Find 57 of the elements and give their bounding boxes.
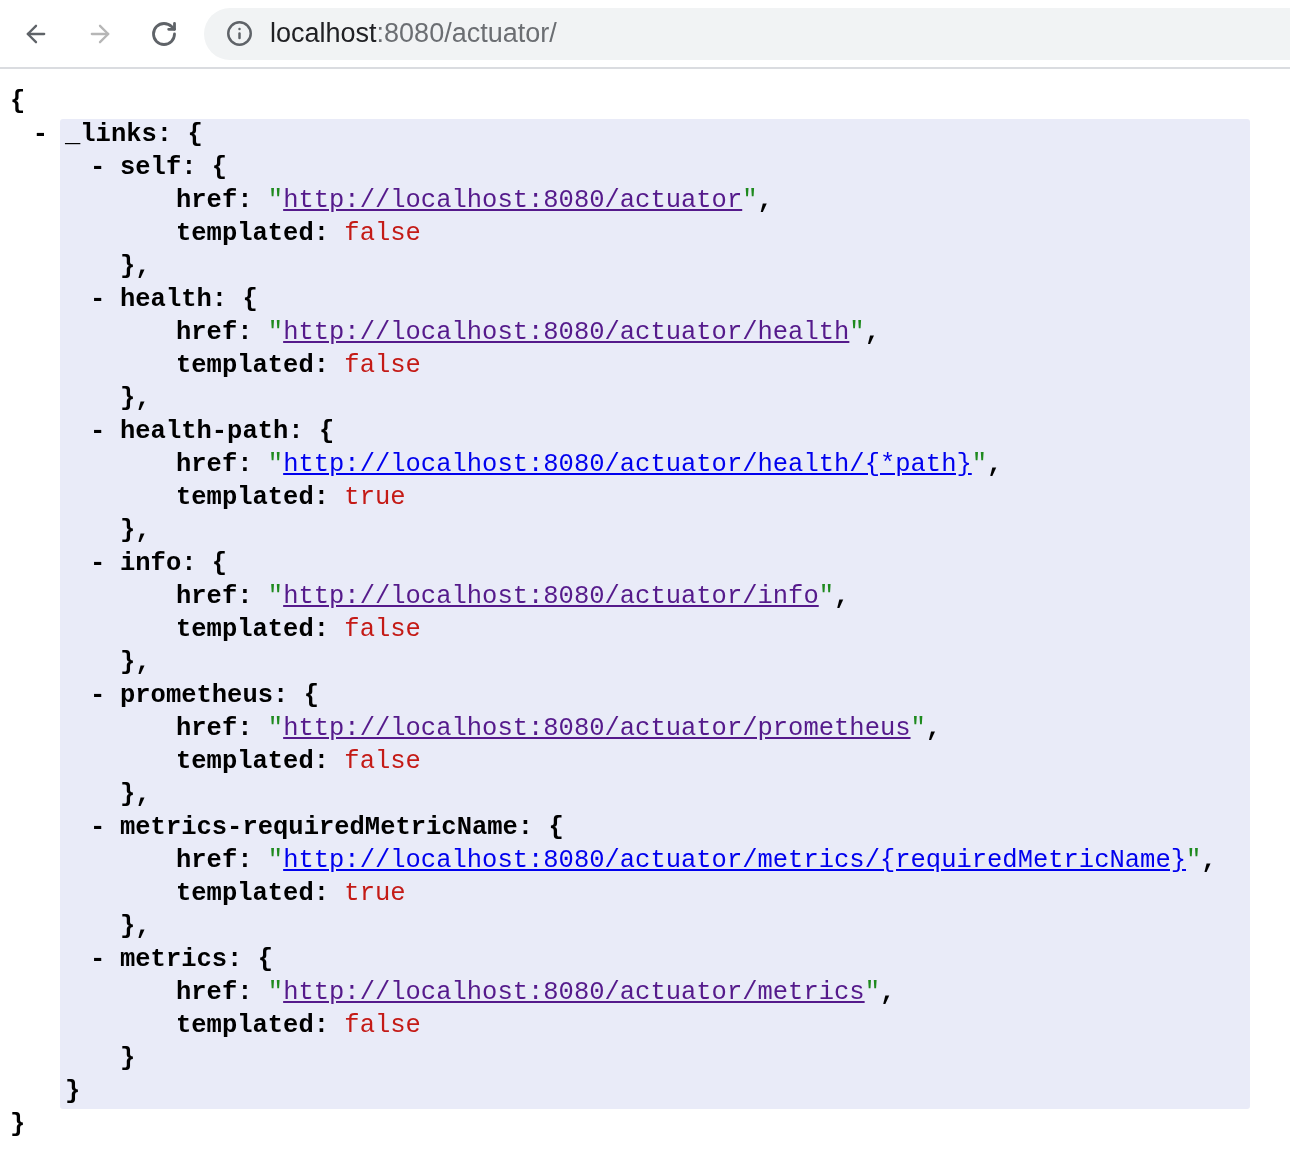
quote-mark: " bbox=[742, 185, 758, 218]
punctuation: , bbox=[1201, 845, 1217, 878]
punctuation: }, bbox=[120, 515, 151, 548]
quote-mark: " bbox=[1186, 845, 1202, 878]
punctuation: { bbox=[318, 416, 335, 449]
punctuation: }, bbox=[120, 779, 151, 812]
reload-icon bbox=[150, 19, 178, 48]
collapse-toggle[interactable]: - bbox=[90, 941, 106, 980]
punctuation: }, bbox=[120, 251, 151, 284]
quote-mark: " bbox=[267, 317, 284, 350]
collapse-toggle[interactable]: - bbox=[90, 281, 106, 320]
boolean-value: false bbox=[344, 350, 421, 383]
punctuation: { bbox=[242, 284, 258, 317]
punctuation: { bbox=[257, 944, 274, 977]
quote-mark: " bbox=[971, 449, 988, 482]
quote-mark: " bbox=[818, 581, 835, 614]
punctuation: } bbox=[10, 1109, 26, 1142]
quote-mark: " bbox=[267, 845, 284, 878]
punctuation: }, bbox=[120, 383, 151, 416]
punctuation: }, bbox=[120, 911, 151, 944]
punctuation: { bbox=[548, 812, 564, 845]
boolean-value: false bbox=[344, 218, 421, 251]
punctuation: }, bbox=[120, 647, 151, 680]
punctuation: , bbox=[987, 449, 1003, 482]
punctuation: { bbox=[211, 548, 228, 581]
quote-mark: " bbox=[864, 977, 880, 1010]
punctuation: { bbox=[10, 86, 26, 119]
punctuation: { bbox=[211, 152, 228, 185]
url-text: localhost:8080/actuator/ bbox=[270, 17, 557, 51]
boolean-value: false bbox=[344, 1010, 421, 1043]
punctuation: , bbox=[834, 581, 850, 614]
punctuation: , bbox=[925, 713, 942, 746]
quote-mark: " bbox=[267, 449, 284, 482]
punctuation: } bbox=[65, 1076, 81, 1109]
boolean-value: false bbox=[344, 614, 421, 647]
collapse-toggle[interactable]: - bbox=[90, 545, 106, 584]
punctuation: , bbox=[879, 977, 896, 1010]
quote-mark: " bbox=[267, 977, 284, 1010]
boolean-value: false bbox=[344, 746, 421, 779]
punctuation: , bbox=[757, 185, 773, 218]
collapse-toggle[interactable]: - bbox=[90, 413, 106, 452]
punctuation: { bbox=[303, 680, 319, 713]
collapse-toggle[interactable]: - bbox=[90, 809, 106, 848]
quote-mark: " bbox=[267, 713, 284, 746]
punctuation: { bbox=[187, 119, 203, 152]
quote-mark: " bbox=[267, 185, 284, 218]
address-bar[interactable]: localhost:8080/actuator/ bbox=[204, 7, 1290, 60]
collapse-toggle[interactable]: - bbox=[32, 116, 48, 155]
info-icon bbox=[226, 20, 253, 47]
punctuation: } bbox=[120, 1043, 136, 1076]
quote-mark: " bbox=[910, 713, 926, 746]
boolean-value: true bbox=[344, 482, 406, 515]
punctuation: , bbox=[864, 317, 880, 350]
collapse-toggle[interactable]: - bbox=[90, 677, 106, 716]
quote-mark: " bbox=[267, 581, 284, 614]
quote-mark: " bbox=[849, 317, 865, 350]
boolean-value: true bbox=[344, 878, 406, 911]
